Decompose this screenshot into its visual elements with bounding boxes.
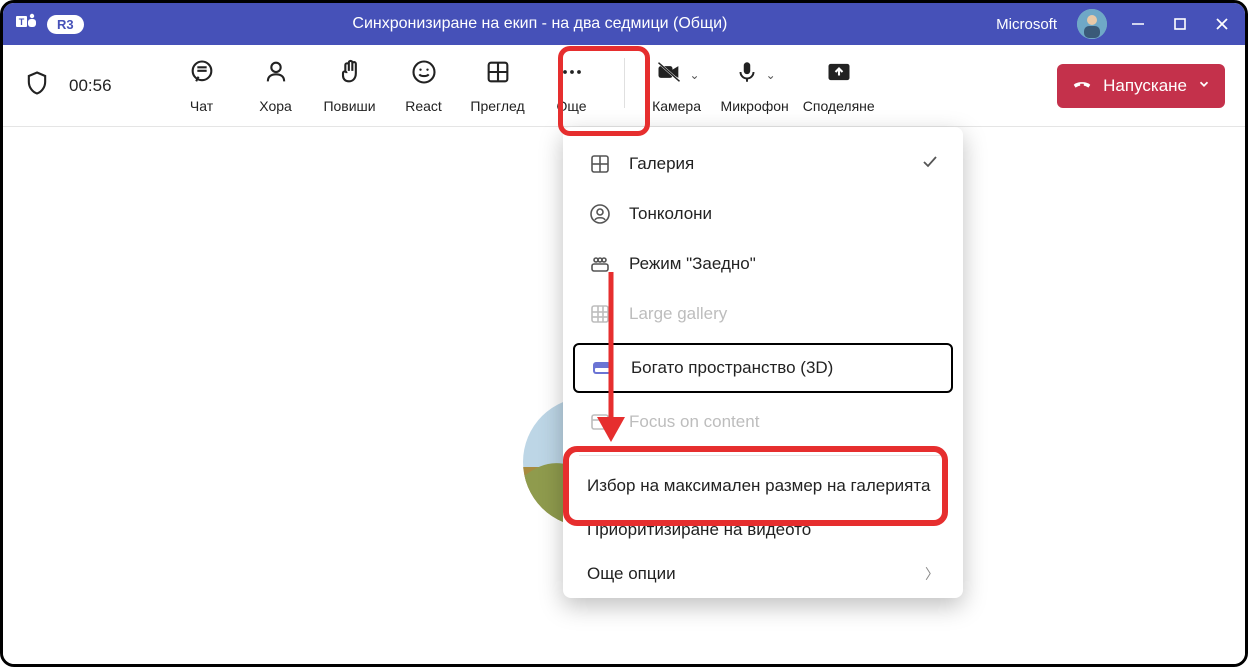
camera-button[interactable]: ⌄ Камера	[647, 58, 707, 114]
camera-off-icon	[654, 58, 684, 91]
svg-text:T: T	[19, 17, 25, 27]
check-icon	[921, 153, 939, 176]
immersive-space-icon	[589, 355, 615, 381]
hand-icon	[336, 58, 364, 91]
view-button[interactable]: Преглед	[468, 58, 528, 114]
react-button[interactable]: React	[394, 58, 454, 114]
hangup-icon	[1071, 72, 1093, 99]
dropdown-together-label: Режим "Заедно"	[629, 254, 756, 274]
maximize-button[interactable]	[1169, 13, 1191, 35]
user-avatar[interactable]	[1077, 9, 1107, 39]
meeting-content: Галерия Тонколони Режим "Заедно" Large g…	[3, 127, 1245, 664]
dropdown-more-options-label: Още опции	[587, 564, 676, 584]
shield-icon	[23, 69, 51, 102]
chevron-right-icon: 〉	[925, 564, 939, 584]
chevron-down-icon: ⌄	[766, 68, 776, 82]
mic-button[interactable]: ⌄ Микрофон	[721, 58, 789, 114]
raise-label: Повиши	[323, 98, 375, 114]
focus-content-icon	[587, 409, 613, 435]
leave-button[interactable]: Напускане	[1057, 64, 1225, 108]
dropdown-prioritize-video[interactable]: Приоритизиране на видеото	[563, 508, 963, 552]
org-name: Microsoft	[996, 16, 1057, 33]
chevron-down-icon: ⌄	[690, 68, 700, 82]
dropdown-immersive-label: Богато пространство (3D)	[631, 358, 833, 378]
chat-button[interactable]: Чат	[172, 58, 232, 114]
more-button[interactable]: Още	[542, 58, 602, 114]
chevron-down-icon	[1197, 76, 1211, 96]
large-gallery-icon	[587, 301, 613, 327]
dropdown-gallery[interactable]: Галерия	[563, 139, 963, 189]
title-bar: T R3 Синхронизиране на екип - на два сед…	[3, 3, 1245, 45]
raise-hand-button[interactable]: Повиши	[320, 58, 380, 114]
mic-label: Микрофон	[721, 98, 789, 114]
release-badge: R3	[47, 15, 84, 34]
dropdown-focus-label: Focus on content	[629, 412, 759, 432]
people-label: Хора	[259, 98, 292, 114]
more-icon	[558, 58, 586, 91]
leave-label: Напускане	[1103, 76, 1187, 96]
minimize-button[interactable]	[1127, 13, 1149, 35]
dropdown-gallery-label: Галерия	[629, 154, 694, 174]
call-timer: 00:56	[69, 76, 112, 96]
view-label: Преглед	[470, 98, 524, 114]
dropdown-separator	[579, 455, 947, 456]
dropdown-more-options[interactable]: Още опции 〉	[563, 552, 963, 596]
emoji-icon	[410, 58, 438, 91]
share-label: Споделяне	[803, 98, 875, 114]
dropdown-large-gallery-label: Large gallery	[629, 304, 727, 324]
speaker-view-icon	[587, 201, 613, 227]
view-dropdown: Галерия Тонколони Режим "Заедно" Large g…	[563, 127, 963, 598]
dropdown-large-gallery: Large gallery	[563, 289, 963, 339]
together-mode-icon	[587, 251, 613, 277]
share-screen-icon	[825, 58, 853, 91]
more-label: Още	[557, 98, 587, 114]
grid-icon	[587, 151, 613, 177]
chat-label: Чат	[190, 98, 213, 114]
dropdown-immersive[interactable]: Богато пространство (3D)	[573, 343, 953, 393]
dropdown-max-size-label: Избор на максимален размер на галерията	[587, 476, 930, 496]
react-label: React	[405, 98, 442, 114]
camera-label: Камера	[652, 98, 701, 114]
teams-logo-icon: T	[15, 10, 39, 39]
dropdown-max-gallery-size[interactable]: Избор на максимален размер на галерията	[563, 464, 963, 508]
grid-icon	[484, 58, 512, 91]
share-button[interactable]: Споделяне	[803, 58, 875, 114]
close-button[interactable]	[1211, 13, 1233, 35]
chat-icon	[188, 58, 216, 91]
people-button[interactable]: Хора	[246, 58, 306, 114]
dropdown-speaker[interactable]: Тонколони	[563, 189, 963, 239]
dropdown-focus-content: Focus on content	[563, 397, 963, 447]
toolbar-separator	[624, 58, 625, 108]
meeting-toolbar: 00:56 Чат Хора Повиши React Преглед	[3, 45, 1245, 127]
dropdown-speaker-label: Тонколони	[629, 204, 712, 224]
dropdown-together[interactable]: Режим "Заедно"	[563, 239, 963, 289]
window-title: Синхронизиране на екип - на два седмици …	[84, 15, 997, 33]
dropdown-prioritize-label: Приоритизиране на видеото	[587, 520, 811, 540]
people-icon	[262, 58, 290, 91]
microphone-icon	[734, 58, 760, 91]
